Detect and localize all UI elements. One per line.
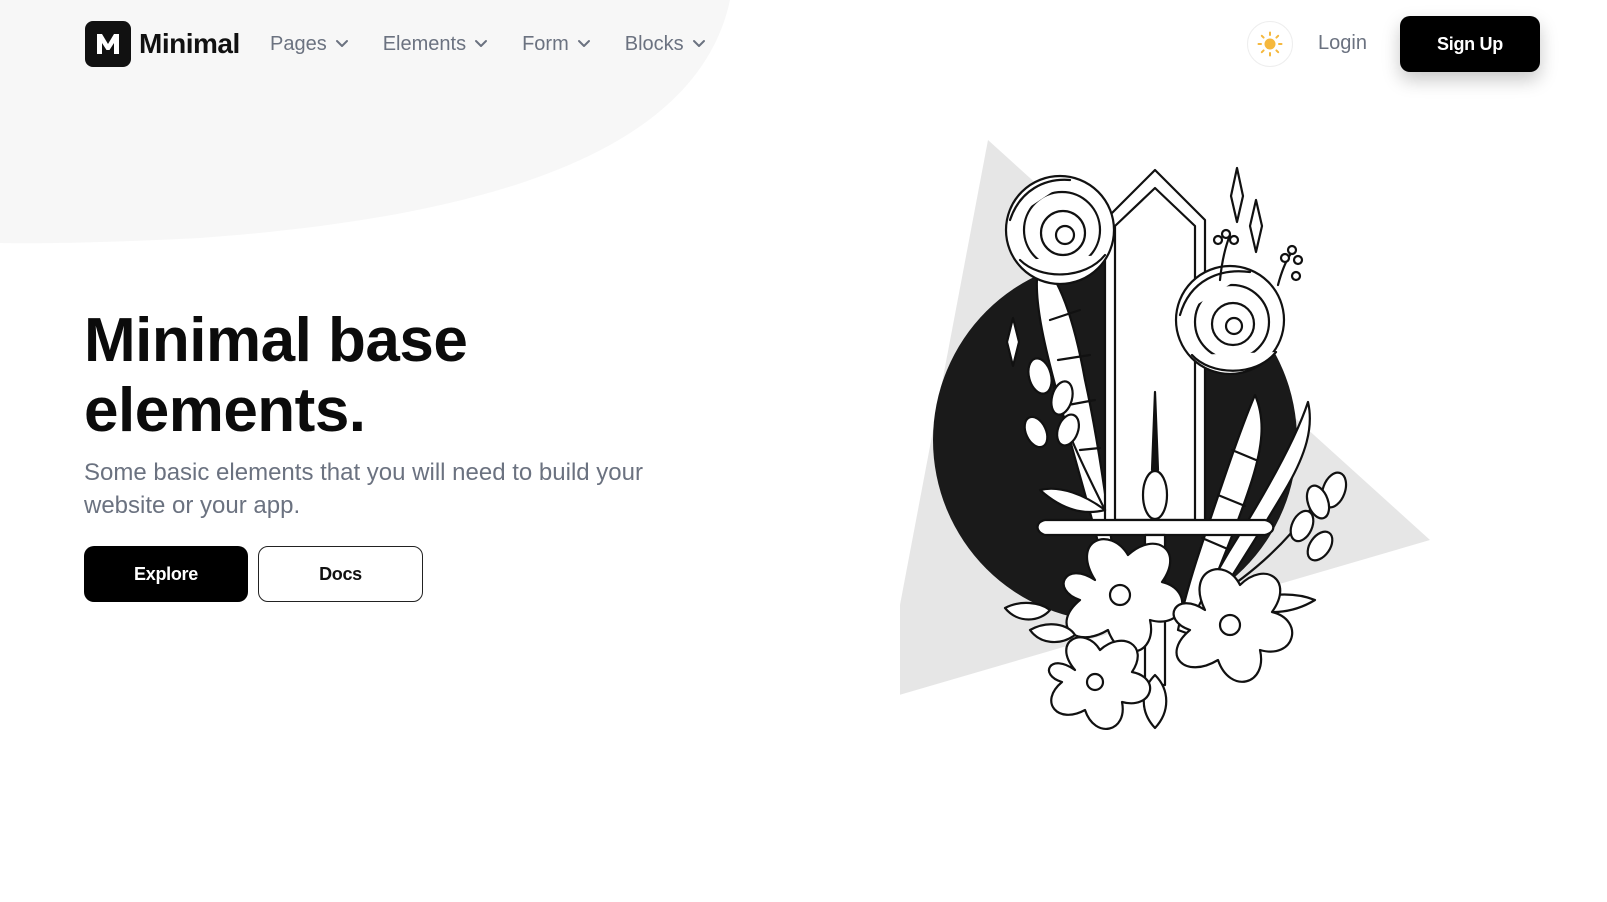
theme-toggle-button[interactable] [1247,21,1293,67]
hero-actions: Explore Docs [84,546,423,602]
nav-item-elements[interactable]: Elements [383,33,488,56]
sun-icon [1257,31,1283,57]
flower-bottom [1047,636,1152,730]
docs-button[interactable]: Docs [258,546,423,602]
chevron-down-icon [335,39,349,49]
logo-mark [85,21,131,67]
nav-item-form[interactable]: Form [522,33,591,56]
login-link[interactable]: Login [1318,32,1367,55]
nav-item-label: Elements [382,32,467,55]
brand-logo[interactable]: Minimal [85,21,240,67]
nav-item-label: Form [522,32,569,55]
rose-top [1004,174,1116,286]
hero-title-line2: elements. [84,376,366,445]
nav-item-label: Pages [270,32,327,55]
hero-subtitle: Some basic elements that you will need t… [84,459,643,519]
brand-name: Minimal [139,28,240,59]
chevron-down-icon [577,39,591,49]
sparkle [1248,198,1264,254]
site-header: Minimal Pages Elements Form Blocks Login… [0,0,1607,88]
rose-right [1174,264,1286,376]
nav-item-label: Blocks [624,32,684,55]
chevron-down-icon [474,39,488,49]
main-nav: Pages Elements Form Blocks [270,26,740,62]
hero-title-line1: Minimal base [84,306,468,375]
explore-button[interactable]: Explore [84,546,248,602]
hero-section: Minimal base elements. Some basic elemen… [84,306,704,522]
nav-item-blocks[interactable]: Blocks [625,33,706,56]
nav-item-pages[interactable]: Pages [270,33,349,56]
hero-title: Minimal base elements. [84,306,704,446]
chevron-down-icon [692,39,706,49]
sparkle [1229,166,1245,224]
hero-illustration [900,140,1430,730]
signup-button[interactable]: Sign Up [1400,16,1540,72]
logo-m-icon [97,34,119,54]
